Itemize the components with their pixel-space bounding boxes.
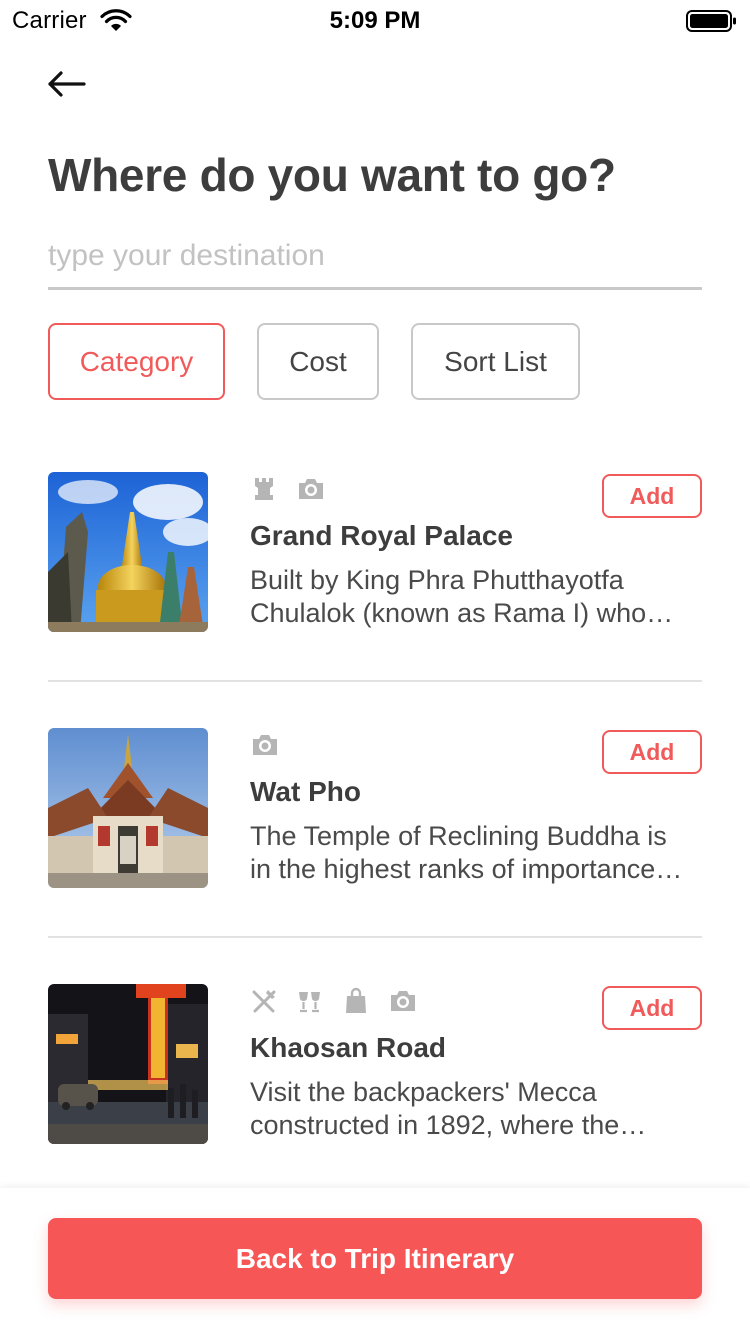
add-button[interactable]: Add bbox=[602, 474, 702, 518]
chess-rook-icon bbox=[250, 475, 278, 503]
place-title: Wat Pho bbox=[250, 776, 361, 807]
destination-search-input[interactable] bbox=[48, 224, 702, 290]
place-title: Khaosan Road bbox=[250, 1032, 447, 1063]
screen: Carrier 5:09 PM Where do you want to go?… bbox=[0, 0, 750, 1334]
camera-icon bbox=[296, 475, 324, 503]
place-thumbnail bbox=[48, 728, 208, 888]
battery-icon bbox=[686, 10, 736, 32]
add-button[interactable]: Add bbox=[602, 730, 702, 774]
place-description: The Temple of Reclining Buddha is in the… bbox=[250, 821, 667, 884]
category-icons bbox=[250, 474, 324, 504]
status-bar: Carrier 5:09 PM bbox=[0, 0, 750, 40]
category-icons bbox=[250, 986, 416, 1016]
list-item[interactable]: Grand Royal Palace Built by King Phra Ph… bbox=[0, 472, 750, 632]
add-button[interactable]: Add bbox=[602, 986, 702, 1030]
list-item[interactable]: Wat Pho The Temple of Reclining Buddha i… bbox=[0, 728, 750, 888]
place-thumbnail bbox=[48, 984, 208, 1144]
fork-knife-icon bbox=[250, 987, 278, 1015]
category-icons bbox=[250, 730, 278, 760]
camera-icon bbox=[388, 987, 416, 1015]
wine-glasses-icon bbox=[296, 987, 324, 1015]
camera-icon bbox=[250, 731, 278, 759]
bottom-bar: Back to Trip Itinerary bbox=[0, 1188, 750, 1334]
list-item[interactable]: Khaosan Road Visit the backpackers' Mecc… bbox=[0, 984, 750, 1144]
cost-filter-button[interactable]: Cost bbox=[257, 323, 379, 400]
sort-list-button[interactable]: Sort List bbox=[411, 323, 580, 400]
page-title: Where do you want to go? bbox=[48, 149, 616, 201]
arrow-left-icon bbox=[48, 71, 86, 97]
divider bbox=[48, 680, 702, 682]
back-to-trip-itinerary-button[interactable]: Back to Trip Itinerary bbox=[48, 1218, 702, 1299]
place-title: Grand Royal Palace bbox=[250, 520, 514, 551]
status-time: 5:09 PM bbox=[329, 7, 421, 34]
place-description: Visit the backpackers' Mecca constructed… bbox=[250, 1077, 620, 1140]
divider bbox=[48, 936, 702, 938]
category-filter-button[interactable]: Category bbox=[48, 323, 225, 400]
place-thumbnail bbox=[48, 472, 208, 632]
back-button[interactable] bbox=[44, 64, 90, 104]
place-description: Built by King Phra Phutthayotfa Chulalok… bbox=[250, 565, 647, 628]
shopping-bag-icon bbox=[342, 987, 370, 1015]
